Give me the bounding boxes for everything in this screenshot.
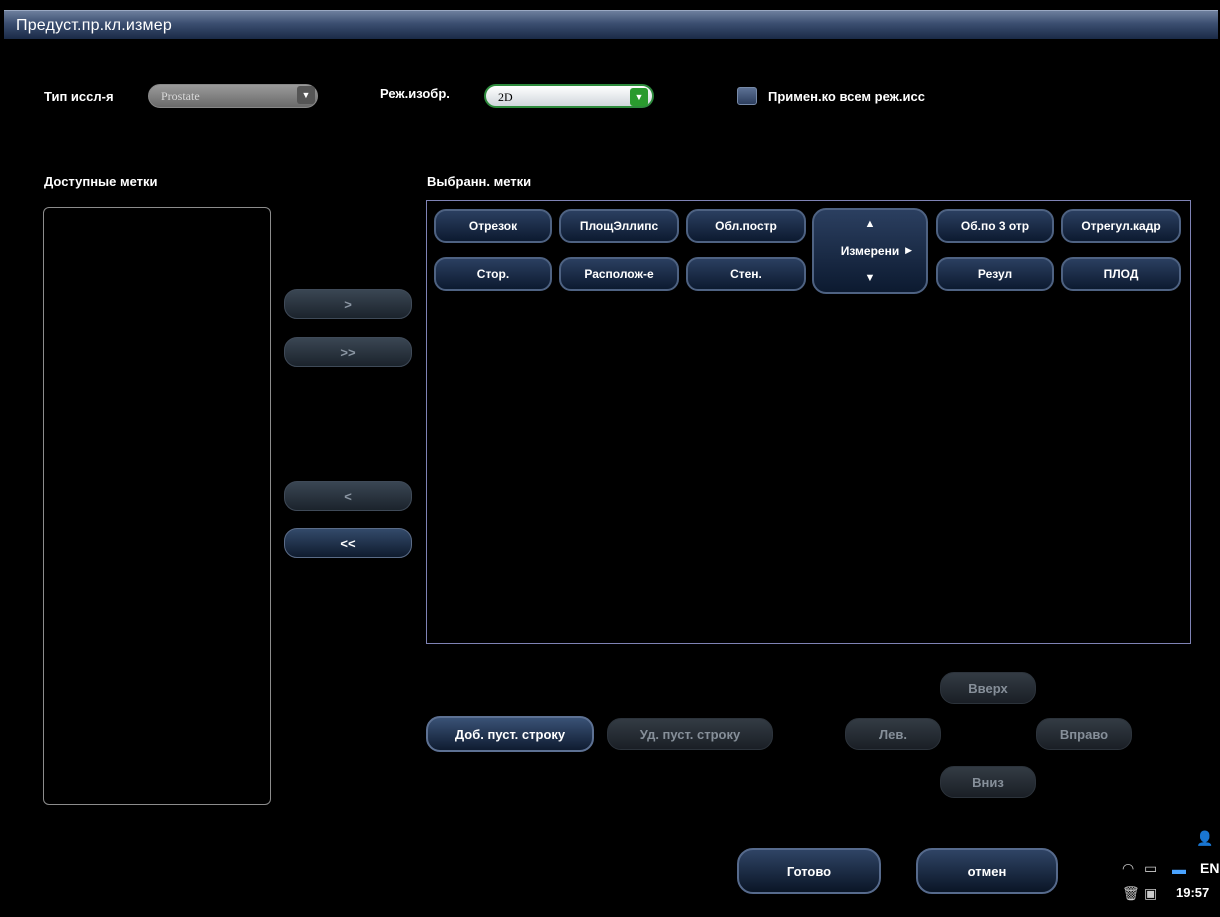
available-tags-label: Доступные метки (44, 174, 158, 189)
apply-all-label: Примен.ко всем реж.исс (768, 89, 925, 104)
remove-all-button[interactable]: << (284, 528, 412, 558)
delete-empty-row-button[interactable]: Уд. пуст. строку (607, 718, 773, 750)
tag-ellipse-area[interactable]: ПлощЭллипс (559, 209, 679, 243)
exam-type-label: Тип иссл-я (44, 89, 114, 104)
move-up-button[interactable]: Вверх (940, 672, 1036, 704)
tag-segment[interactable]: Отрезок (434, 209, 552, 243)
arrow-right-icon: ▶ (905, 245, 912, 255)
add-empty-row-button[interactable]: Доб. пуст. строку (426, 716, 594, 752)
language-indicator[interactable]: EN (1200, 860, 1219, 876)
move-down-button[interactable]: Вниз (940, 766, 1036, 798)
move-left-button[interactable]: Лев. (845, 718, 941, 750)
selected-tags-label: Выбранн. метки (427, 174, 532, 189)
available-tags-list[interactable] (43, 207, 271, 805)
move-right-button[interactable]: Вправо (1036, 718, 1132, 750)
network-icon[interactable]: ▭ (1144, 860, 1157, 877)
exam-type-value: Prostate (161, 89, 200, 103)
tag-volume-3-dist[interactable]: Об.по 3 отр (936, 209, 1054, 243)
title-bar: Предуст.пр.кл.измер (0, 0, 1220, 39)
add-all-button[interactable]: >> (284, 337, 412, 367)
monitor-icon[interactable]: ▣ (1144, 885, 1157, 902)
chevron-down-icon: ▼ (297, 86, 315, 104)
exam-type-dropdown[interactable]: Prostate ▼ (148, 84, 318, 108)
chevron-down-icon: ▼ (630, 88, 648, 106)
tag-side[interactable]: Стор. (434, 257, 552, 291)
wifi-icon[interactable]: ◠ (1122, 860, 1134, 877)
window-title: Предуст.пр.кл.измер (16, 17, 172, 34)
user-icon[interactable]: 👤 (1196, 830, 1213, 847)
measurement-spinner[interactable]: ▲ Измерени ▶ ▼ (812, 208, 928, 294)
remove-one-button[interactable]: < (284, 481, 412, 511)
tag-area-trace[interactable]: Обл.постр (686, 209, 806, 243)
add-one-button[interactable]: > (284, 289, 412, 319)
image-mode-dropdown[interactable]: 2D ▼ (484, 84, 654, 108)
image-mode-label: Реж.изобр. (380, 86, 450, 101)
system-tray: 👤 ◠ ▭ ▬ EN 🗑 ▣ 19:57 (1100, 830, 1220, 917)
tag-location[interactable]: Располож-е (559, 257, 679, 291)
image-mode-value: 2D (498, 90, 513, 104)
cancel-button[interactable]: отмен (916, 848, 1058, 894)
tag-fetus[interactable]: ПЛОД (1061, 257, 1181, 291)
apply-all-checkbox[interactable] (737, 87, 757, 105)
tag-wall[interactable]: Стен. (686, 257, 806, 291)
arrow-up-icon[interactable]: ▲ (814, 218, 926, 230)
tag-adjust-frame[interactable]: Отрегул.кадр (1061, 209, 1181, 243)
arrow-down-icon[interactable]: ▼ (814, 272, 926, 284)
trash-icon[interactable]: 🗑 (1122, 885, 1140, 902)
tag-result[interactable]: Резул (936, 257, 1054, 291)
title-tab: Предуст.пр.кл.измер (4, 10, 1218, 39)
battery-icon[interactable]: ▬ (1172, 861, 1186, 877)
clock: 19:57 (1176, 885, 1210, 900)
done-button[interactable]: Готово (737, 848, 881, 894)
